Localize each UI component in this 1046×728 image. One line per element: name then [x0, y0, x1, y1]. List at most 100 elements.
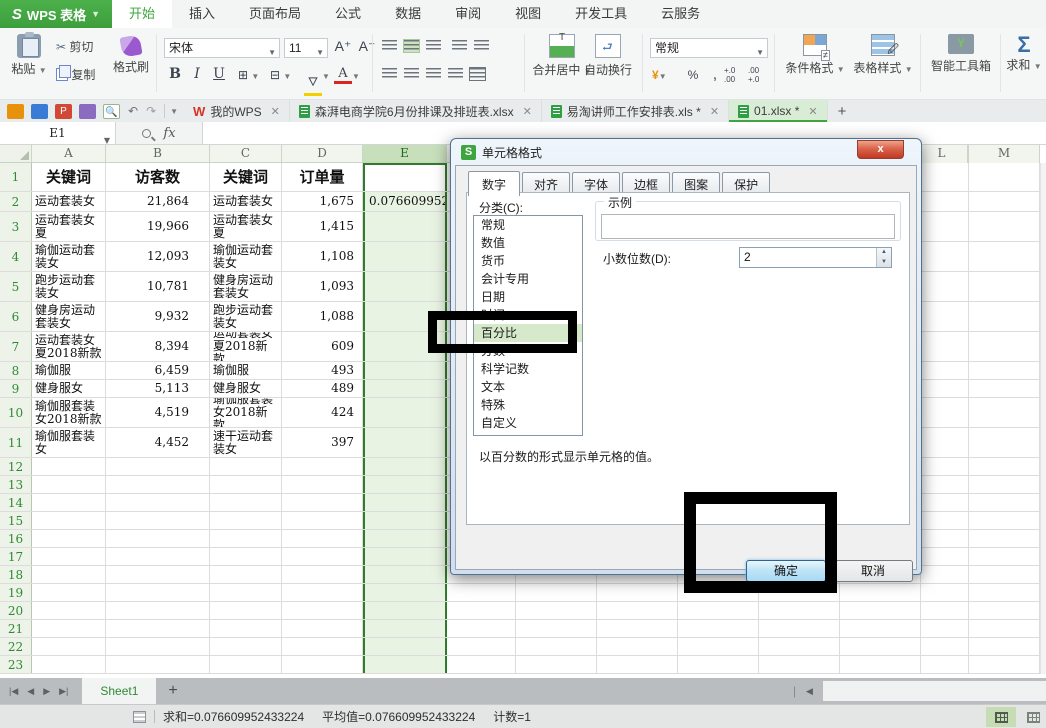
- cell-A11[interactable]: 瑜伽服套装女: [32, 428, 106, 457]
- cell-C7[interactable]: 运动套装女夏2018新款: [210, 332, 282, 361]
- cell-C13[interactable]: [210, 476, 282, 493]
- row-header-20[interactable]: 20: [0, 602, 32, 619]
- cell-C12[interactable]: [210, 458, 282, 475]
- category-item-会计专用[interactable]: 会计专用: [474, 270, 582, 288]
- cell-B16[interactable]: [106, 530, 210, 547]
- row-header-21[interactable]: 21: [0, 620, 32, 637]
- cell-E4[interactable]: [363, 242, 447, 271]
- empty-cells[interactable]: [447, 602, 1040, 619]
- cell-C8[interactable]: 瑜伽服: [210, 362, 282, 379]
- cell-E21[interactable]: [363, 620, 447, 637]
- cell-E14[interactable]: [363, 494, 447, 511]
- cell-B4[interactable]: 12,093: [106, 242, 210, 271]
- close-tab-icon[interactable]: ✕: [271, 105, 280, 118]
- column-header-M[interactable]: M: [968, 145, 1040, 163]
- underline-button[interactable]: U: [210, 66, 228, 82]
- cell-B15[interactable]: [106, 512, 210, 529]
- cell-D17[interactable]: [282, 548, 363, 565]
- category-item-货币[interactable]: 货币: [474, 252, 582, 270]
- cell-D8[interactable]: 493: [282, 362, 363, 379]
- cell-E2[interactable]: 0.076609952433224: [363, 192, 447, 211]
- cell-A13[interactable]: [32, 476, 106, 493]
- row-header-22[interactable]: 22: [0, 638, 32, 655]
- format-painter-button[interactable]: 格式刷: [108, 36, 154, 75]
- decrease-indent-icon[interactable]: [452, 40, 467, 52]
- menu-tab-云服务[interactable]: 云服务: [644, 0, 717, 28]
- conditional-format-button[interactable]: 条件格式 ▼: [780, 34, 850, 76]
- cell-D1[interactable]: 订单量: [282, 163, 363, 191]
- paste-button[interactable]: 粘贴 ▼: [6, 34, 52, 77]
- cell-C16[interactable]: [210, 530, 282, 547]
- category-item-自定义[interactable]: 自定义: [474, 414, 582, 432]
- cell-C22[interactable]: [210, 638, 282, 655]
- copy-button[interactable]: 复制: [56, 66, 95, 83]
- align-right-icon[interactable]: [426, 68, 441, 80]
- cell-C9[interactable]: 健身服女: [210, 380, 282, 397]
- column-header-E[interactable]: E: [363, 145, 447, 162]
- cell-B23[interactable]: [106, 656, 210, 673]
- cell-E5[interactable]: [363, 272, 447, 301]
- empty-cells[interactable]: [447, 656, 1040, 673]
- menu-tab-审阅[interactable]: 审阅: [438, 0, 498, 28]
- page-layout-view-button[interactable]: [1020, 707, 1046, 727]
- cell-E1[interactable]: [363, 163, 447, 191]
- cell-C1[interactable]: 关键词: [210, 163, 282, 191]
- cell-C10[interactable]: 瑜伽服套装女2018新款: [210, 398, 282, 427]
- normal-view-button[interactable]: [986, 707, 1016, 727]
- cell-A22[interactable]: [32, 638, 106, 655]
- category-item-数值[interactable]: 数值: [474, 234, 582, 252]
- cell-A6[interactable]: 健身房运动套装女: [32, 302, 106, 331]
- dialog-titlebar[interactable]: S 单元格格式: [461, 144, 542, 161]
- row-header-2[interactable]: 2: [0, 192, 32, 211]
- cell-D11[interactable]: 397: [282, 428, 363, 457]
- cell-D23[interactable]: [282, 656, 363, 673]
- cell-B8[interactable]: 6,459: [106, 362, 210, 379]
- row-header-13[interactable]: 13: [0, 476, 32, 493]
- cell-B3[interactable]: 19,966: [106, 212, 210, 241]
- cell-A20[interactable]: [32, 602, 106, 619]
- stepper-arrows[interactable]: ▲▼: [876, 248, 891, 267]
- cell-A4[interactable]: 瑜伽运动套装女: [32, 242, 106, 271]
- borders-button[interactable]: ⊞ ▼: [238, 68, 259, 82]
- row-header-23[interactable]: 23: [0, 656, 32, 673]
- cell-C15[interactable]: [210, 512, 282, 529]
- menu-tab-开发工具[interactable]: 开发工具: [558, 0, 644, 28]
- category-item-常规[interactable]: 常规: [474, 216, 582, 234]
- cell-E20[interactable]: [363, 602, 447, 619]
- menu-tab-数据[interactable]: 数据: [378, 0, 438, 28]
- cell-C17[interactable]: [210, 548, 282, 565]
- cell-E12[interactable]: [363, 458, 447, 475]
- cell-D7[interactable]: 609: [282, 332, 363, 361]
- cell-E8[interactable]: [363, 362, 447, 379]
- document-tab[interactable]: 01.xlsx *✕: [729, 100, 828, 122]
- category-item-文本[interactable]: 文本: [474, 378, 582, 396]
- column-header-B[interactable]: B: [106, 145, 210, 162]
- cell-B5[interactable]: 10,781: [106, 272, 210, 301]
- category-item-科学记数[interactable]: 科学记数: [474, 360, 582, 378]
- decimal-places-stepper[interactable]: 2 ▲▼: [739, 247, 892, 268]
- app-logo[interactable]: S WPS 表格 ▼: [0, 0, 112, 28]
- menu-tab-页面布局[interactable]: 页面布局: [232, 0, 318, 28]
- sheet-tab-sheet1[interactable]: Sheet1: [82, 678, 156, 704]
- cell-A23[interactable]: [32, 656, 106, 673]
- cell-C23[interactable]: [210, 656, 282, 673]
- cell-E3[interactable]: [363, 212, 447, 241]
- cell-E19[interactable]: [363, 584, 447, 601]
- menu-tab-插入[interactable]: 插入: [172, 0, 232, 28]
- row-header-8[interactable]: 8: [0, 362, 32, 379]
- cell-D3[interactable]: 1,415: [282, 212, 363, 241]
- empty-cells[interactable]: [447, 620, 1040, 637]
- cell-B12[interactable]: [106, 458, 210, 475]
- cell-C14[interactable]: [210, 494, 282, 511]
- cell-B13[interactable]: [106, 476, 210, 493]
- justify-icon[interactable]: [448, 68, 463, 80]
- cell-B2[interactable]: 21,864: [106, 192, 210, 211]
- cell-A7[interactable]: 运动套装女夏2018新款: [32, 332, 106, 361]
- document-tab[interactable]: 易淘讲师工作安排表.xls *✕: [542, 100, 729, 122]
- row-header-18[interactable]: 18: [0, 566, 32, 583]
- align-middle-icon-active[interactable]: [404, 40, 419, 52]
- cell-D22[interactable]: [282, 638, 363, 655]
- vertical-scrollbar[interactable]: [1040, 163, 1046, 674]
- cell-D5[interactable]: 1,093: [282, 272, 363, 301]
- dialog-tab-数字[interactable]: 数字: [468, 171, 520, 196]
